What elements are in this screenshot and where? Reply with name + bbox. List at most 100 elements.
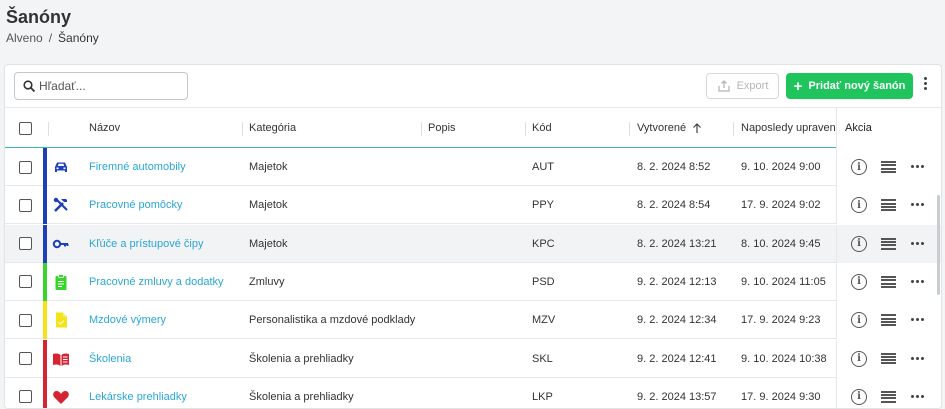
search-input[interactable]	[39, 79, 179, 93]
list-icon[interactable]	[881, 199, 896, 212]
export-button[interactable]: Export	[706, 73, 779, 99]
more-horizontal-icon[interactable]	[911, 241, 924, 245]
add-binder-button[interactable]: + Pridať nový šanón	[786, 73, 913, 99]
select-all-checkbox[interactable]	[19, 121, 32, 135]
row-checkbox[interactable]	[19, 390, 32, 404]
category-color-bar	[43, 377, 47, 408]
binder-category: Majetok	[249, 199, 288, 212]
row-actions: i	[836, 301, 941, 340]
info-icon[interactable]: i	[851, 235, 867, 252]
binder-updated: 9. 10. 2024 11:05	[741, 275, 826, 288]
column-divider	[733, 122, 734, 136]
binder-name-link[interactable]: Mzdové výmery	[89, 301, 166, 339]
row-checkbox[interactable]	[19, 352, 32, 365]
select-all-cell	[19, 108, 32, 148]
scrollbar[interactable]	[937, 195, 940, 295]
list-icon[interactable]	[881, 237, 896, 250]
table-row[interactable]: Mzdové výmery Personalistika a mzdové pod…	[5, 301, 941, 340]
row-actions: i	[836, 339, 941, 378]
row-checkbox[interactable]	[19, 160, 32, 174]
more-horizontal-icon[interactable]	[911, 203, 924, 207]
column-header-updated[interactable]: Naposledy upravené	[741, 108, 836, 148]
binder-created: 9. 2. 2024 12:13	[637, 275, 717, 288]
more-options-icon[interactable]	[918, 73, 932, 93]
column-header-name[interactable]: Názov	[89, 108, 120, 148]
table-row[interactable]: Pracovné zmluvy a dodatky Zmluvy PSD 9. 2. …	[5, 262, 941, 301]
row-select-cell	[19, 263, 32, 301]
row-select-cell	[19, 148, 32, 186]
more-horizontal-icon[interactable]	[911, 165, 924, 168]
category-color-bar	[43, 148, 47, 186]
list-icon[interactable]	[881, 352, 896, 365]
binder-name-link[interactable]: Kľúče a prístupové čipy	[89, 225, 204, 263]
row-actions: i	[836, 186, 941, 225]
more-horizontal-icon[interactable]	[911, 279, 924, 283]
info-icon[interactable]: i	[851, 273, 867, 290]
row-checkbox[interactable]	[19, 275, 32, 289]
plus-icon: +	[793, 77, 803, 95]
column-header-description[interactable]: Popis	[428, 108, 456, 148]
list-icon[interactable]	[881, 314, 896, 327]
column-header-category[interactable]: Kategória	[249, 108, 296, 148]
row-checkbox[interactable]	[19, 198, 32, 212]
book-icon	[52, 350, 70, 368]
column-divider	[421, 122, 422, 136]
row-checkbox[interactable]	[19, 237, 32, 251]
info-icon[interactable]: i	[851, 350, 867, 367]
category-color-bar	[43, 301, 47, 340]
info-icon[interactable]: i	[851, 197, 867, 214]
column-header-created-label: Vytvorené	[637, 122, 687, 134]
row-actions: i	[836, 262, 941, 301]
list-icon[interactable]	[881, 275, 896, 288]
row-actions: i	[836, 148, 941, 186]
binder-name-link[interactable]: Firemné automobily	[89, 148, 186, 186]
table-row[interactable]: Firemné automobily Majetok AUT 8. 2. 2024 8…	[5, 148, 941, 186]
binder-created: 8. 2. 2024 13:21	[637, 237, 717, 250]
binder-code: LKP	[532, 390, 553, 403]
key-icon	[52, 235, 70, 253]
search-box[interactable]	[14, 72, 188, 100]
info-icon[interactable]: i	[851, 388, 867, 405]
search-icon	[23, 79, 36, 92]
row-select-cell	[19, 378, 32, 408]
binder-name-link[interactable]: Školenia	[89, 340, 131, 378]
info-icon[interactable]: i	[851, 312, 867, 329]
add-binder-label: Pridať nový šanón	[808, 80, 906, 92]
category-color-bar	[43, 262, 47, 301]
column-divider	[525, 122, 526, 136]
column-divider	[48, 122, 49, 136]
binder-updated: 17. 9. 2024 9:02	[741, 199, 821, 212]
binder-name-link[interactable]: Lekárske prehliadky	[89, 378, 187, 408]
page-title: Šanóny	[6, 7, 72, 27]
binders-table-card: Export + Pridať nový šanón Názov Kategór…	[4, 64, 942, 409]
more-horizontal-icon[interactable]	[911, 394, 924, 398]
info-icon[interactable]: i	[851, 159, 867, 175]
document-icon	[52, 311, 70, 329]
row-actions: i	[836, 224, 941, 263]
binder-updated: 9. 10. 2024 9:00	[741, 161, 821, 173]
table-row[interactable]: Pracovné pomôcky Majetok PPY 8. 2. 2024 8:5…	[5, 186, 941, 225]
binder-name-link[interactable]: Pracovné zmluvy a dodatky	[89, 263, 224, 301]
more-horizontal-icon[interactable]	[911, 356, 924, 360]
column-header-code[interactable]: Kód	[532, 108, 552, 148]
binder-category: Personalistika a mzdové podklady	[249, 314, 416, 327]
list-icon[interactable]	[881, 390, 896, 403]
row-checkbox[interactable]	[19, 313, 32, 327]
more-horizontal-icon[interactable]	[911, 318, 924, 322]
breadcrumb-root[interactable]: Alveno	[6, 31, 43, 45]
table-row[interactable]: Školenia Školenia a prehliadky SKL 9. 2. 20…	[5, 339, 941, 378]
column-divider	[629, 122, 630, 136]
binder-code: KPC	[532, 237, 555, 250]
binder-created: 9. 2. 2024 12:41	[637, 352, 717, 365]
car-icon	[52, 158, 70, 176]
binder-code: MZV	[532, 314, 556, 327]
table-header: Názov Kategória Popis Kód Vytvorené Napo…	[5, 107, 941, 148]
row-select-cell	[19, 225, 32, 263]
binder-category: Majetok	[249, 161, 288, 173]
list-icon[interactable]	[881, 161, 896, 173]
column-header-created[interactable]: Vytvorené	[637, 108, 702, 148]
table-row[interactable]: Lekárske prehliadky Školenia a prehliadky…	[5, 377, 941, 408]
binder-category: Školenia a prehliadky	[249, 352, 354, 365]
table-row[interactable]: Kľúče a prístupové čipy Majetok KPC 8. 2. 2…	[5, 224, 941, 263]
binder-name-link[interactable]: Pracovné pomôcky	[89, 186, 183, 224]
